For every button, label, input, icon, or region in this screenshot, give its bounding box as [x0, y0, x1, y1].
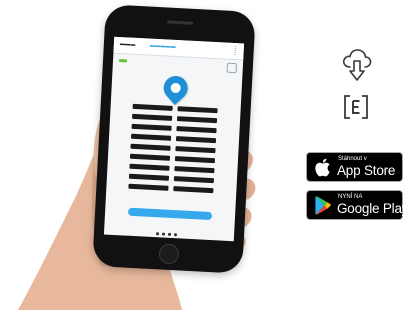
app-store-label: App Store	[337, 163, 396, 178]
code-row	[129, 153, 171, 161]
google-play-small-label: NYNÍ NA	[338, 194, 363, 200]
apple-logo-icon	[315, 158, 330, 177]
code-row	[132, 113, 173, 121]
code-row	[128, 173, 170, 181]
phone-speaker	[167, 20, 194, 25]
code-row	[173, 176, 215, 184]
page-indicator	[155, 222, 182, 237]
phone-screen: ▬▬▬ ▬▬▬▬▬	[103, 36, 245, 242]
cloud-download-icon[interactable]	[342, 47, 372, 83]
code-row	[175, 146, 216, 154]
app-store-badge[interactable]: Stáhnout v App Store	[306, 152, 403, 182]
code-row	[176, 126, 217, 134]
code-row	[177, 106, 218, 114]
app-store-small-label: Stáhnout v	[338, 156, 367, 162]
code-row	[132, 103, 173, 111]
code-row	[130, 133, 172, 141]
code-row	[131, 123, 172, 131]
code-row	[129, 163, 170, 171]
settings-icon	[226, 62, 238, 74]
code-row	[130, 143, 171, 151]
code-row	[176, 116, 218, 124]
google-play-label: Google Play	[337, 201, 403, 216]
smartphone: ▬▬▬ ▬▬▬▬▬	[92, 4, 256, 274]
screen-brand: ▬▬▬	[119, 41, 136, 48]
menu-icon	[234, 46, 239, 56]
screen-title: ▬▬▬▬▬	[149, 42, 176, 50]
code-row	[174, 166, 215, 174]
code-row	[128, 183, 169, 191]
location-pin-icon	[158, 71, 193, 105]
code-row	[174, 156, 216, 164]
screen-action-button	[127, 207, 213, 221]
google-play-badge[interactable]: NYNÍ NA Google Play	[306, 190, 403, 220]
e-app-icon[interactable]	[343, 94, 369, 120]
status-indicator	[118, 59, 128, 63]
code-row	[173, 186, 214, 194]
code-row	[175, 136, 217, 144]
home-button	[158, 243, 180, 265]
google-play-logo-icon	[315, 196, 331, 215]
screen-header: ▬▬▬ ▬▬▬▬▬	[113, 36, 245, 61]
